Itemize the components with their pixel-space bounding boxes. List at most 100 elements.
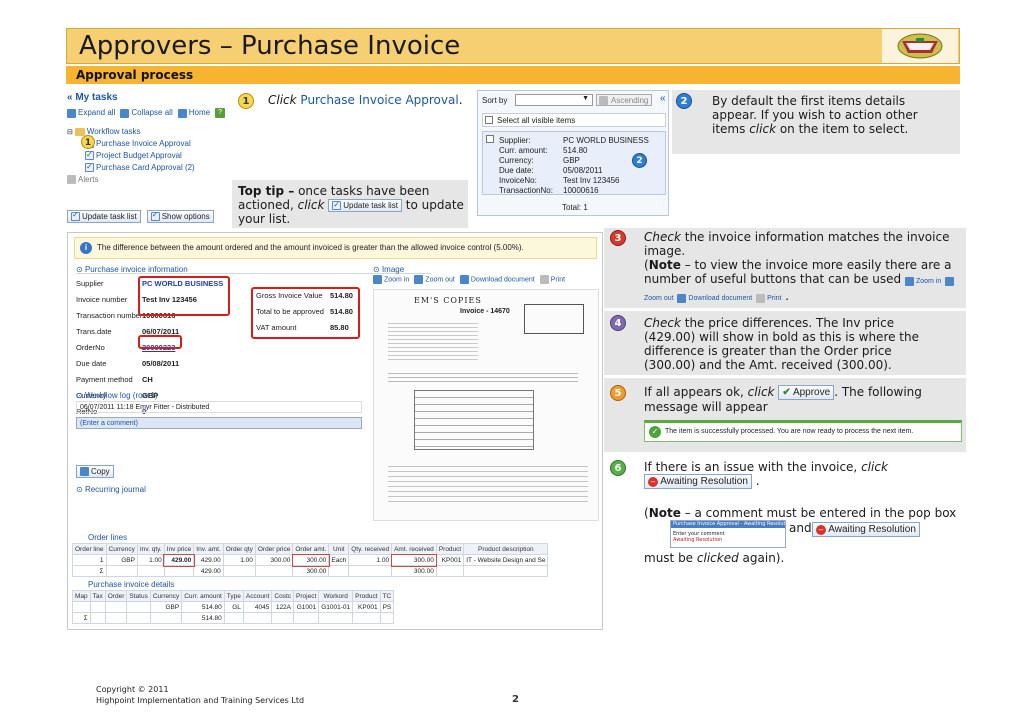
table-cell: IT - Website Design and Se <box>463 554 549 566</box>
checkbox-icon[interactable] <box>486 135 494 143</box>
step-5-number: 5 <box>610 385 626 401</box>
download-document-button[interactable]: Download document <box>459 275 535 284</box>
awaiting-resolution-inline-button: – Awaiting Resolution <box>644 474 752 489</box>
table-cell: 4045 <box>242 601 273 613</box>
column-header: Map <box>72 590 91 602</box>
summary-value: 10000616 <box>563 186 599 195</box>
minus-icon: – <box>648 477 658 487</box>
table-cell: GL <box>223 601 244 613</box>
my-tasks-title[interactable]: « My tasks <box>67 92 118 103</box>
update-icon <box>332 199 342 211</box>
collapse-all-button[interactable]: Collapse all <box>120 108 173 118</box>
sort-by-select[interactable]: ▼ <box>515 94 593 106</box>
column-header: Product <box>352 590 381 602</box>
zoom-in-inline: Zoom in <box>904 276 941 286</box>
table-cell: G1001-01 <box>318 601 354 613</box>
tree-item-purchase-card[interactable]: Purchase Card Approval (2) <box>67 161 195 174</box>
print-button[interactable]: Print <box>539 275 565 284</box>
summary-key: TransactionNo: <box>499 186 553 195</box>
summary-key: Supplier: <box>499 136 531 145</box>
table-cell: 300.00 <box>292 565 330 577</box>
subtitle-bar: Approval process <box>66 66 960 84</box>
dropdown-arrow-icon: ▼ <box>582 95 589 102</box>
column-header: Amt. received <box>391 543 437 555</box>
comment-input[interactable]: (Enter a comment) <box>76 417 362 429</box>
collapse-icon <box>120 108 130 118</box>
table-cell: Σ <box>72 565 107 577</box>
field-label: Trans.date <box>76 327 112 336</box>
table-cell: 1.00 <box>348 554 393 566</box>
doc-text-block <box>388 462 588 502</box>
print-icon <box>756 293 766 303</box>
top-tip-box: Top tip – once tasks have been actioned,… <box>232 180 468 228</box>
ascending-icon <box>599 96 608 105</box>
table-cell <box>318 612 354 624</box>
column-header: Project <box>293 590 320 602</box>
invoice-image[interactable]: EM'S COPIES Invoice - 14670 <box>373 289 599 521</box>
table-cell: KP001 <box>435 554 465 566</box>
column-header: Tax <box>89 590 106 602</box>
check-icon: ✔ <box>782 387 791 398</box>
and-text: and <box>789 521 812 535</box>
table-cell <box>254 565 294 577</box>
table-row[interactable]: 1 GBP 1.00 429.00 429.00 1.00 300.00 300.00 Each… <box>72 553 549 567</box>
invoice-details-table: Map Tax Order Status Currency Curr. amount Typ… <box>72 590 395 624</box>
recurring-journal-header[interactable]: ⊙ Recurring journal <box>76 485 146 494</box>
panel-collapse-button[interactable]: « <box>660 93 666 104</box>
field-value: 05/08/2011 <box>142 359 180 368</box>
minus-icon: – <box>816 525 826 535</box>
zoom-out-button[interactable]: Zoom out <box>414 275 455 284</box>
update-icon <box>71 210 80 222</box>
table-cell: GBP <box>149 601 183 613</box>
workflow-log-header[interactable]: ⊙ Workflow log (row 1) <box>76 391 158 400</box>
table-cell: KP001 <box>352 601 381 613</box>
copy-button[interactable]: Copy <box>76 465 114 479</box>
table-sum-row: Σ 514.80 <box>72 612 395 624</box>
home-icon <box>177 108 187 118</box>
my-tasks-buttons: Update task list Show options <box>67 210 214 224</box>
crest-logo <box>882 29 958 63</box>
field-label: Payment method <box>76 375 133 384</box>
update-task-list-button[interactable]: Update task list <box>67 210 141 224</box>
table-cell <box>222 565 256 577</box>
summary-key: Due date: <box>499 166 534 175</box>
my-tasks-toolbar: Expand all Collapse all Home ? <box>67 108 227 118</box>
print-icon <box>539 275 549 284</box>
table-cell: 514.80 <box>181 601 225 613</box>
ascending-button[interactable]: Ascending <box>596 94 652 106</box>
step-4-number: 4 <box>610 315 626 331</box>
step-2-text: By default the first items details appea… <box>712 94 918 136</box>
zoom-in-button[interactable]: Zoom in <box>373 275 409 284</box>
doc-text-block <box>388 320 478 360</box>
column-header: Order amt. <box>292 543 330 555</box>
column-header: Product description <box>463 543 549 555</box>
select-all-checkbox[interactable]: Select all visible items <box>482 113 666 127</box>
copyright: Copyright © 2011 Highpoint Implementatio… <box>96 685 305 705</box>
summary-value: Test Inv 123456 <box>563 176 620 185</box>
show-options-button[interactable]: Show options <box>146 210 214 224</box>
table-row[interactable]: GBP 514.80 GL 4045 122A G1001 G1001-01 KP001 PS <box>72 601 395 613</box>
table-cell <box>89 601 106 613</box>
table-cell <box>223 612 244 624</box>
folder-icon <box>67 175 76 185</box>
zoom-out-icon <box>945 276 955 286</box>
summary-value: GBP <box>563 156 580 165</box>
field-label: OrderNo <box>76 343 105 352</box>
highlight-order-no <box>138 335 182 349</box>
table-cell: Σ <box>72 612 91 624</box>
expand-all-button[interactable]: Expand all <box>67 108 115 118</box>
table-cell: 300.00 <box>291 553 330 567</box>
table-cell: 429.00 <box>163 553 195 567</box>
tree-alerts[interactable]: Alerts <box>67 174 195 186</box>
step-4-text: Check the price differences. The Inv pri… <box>644 316 919 372</box>
column-header: Inv. amt. <box>193 543 224 555</box>
download-inline: Download document <box>677 293 752 303</box>
home-button[interactable]: Home <box>177 108 210 118</box>
table-cell: 514.80 <box>181 612 225 624</box>
image-header[interactable]: ⊙ Image <box>373 265 404 274</box>
task-check-icon <box>85 161 94 173</box>
tree-item-project-budget[interactable]: Project Budget Approval <box>67 149 195 162</box>
table-cell <box>271 612 295 624</box>
table-cell: Each <box>328 554 350 566</box>
help-icon[interactable]: ? <box>215 108 226 118</box>
